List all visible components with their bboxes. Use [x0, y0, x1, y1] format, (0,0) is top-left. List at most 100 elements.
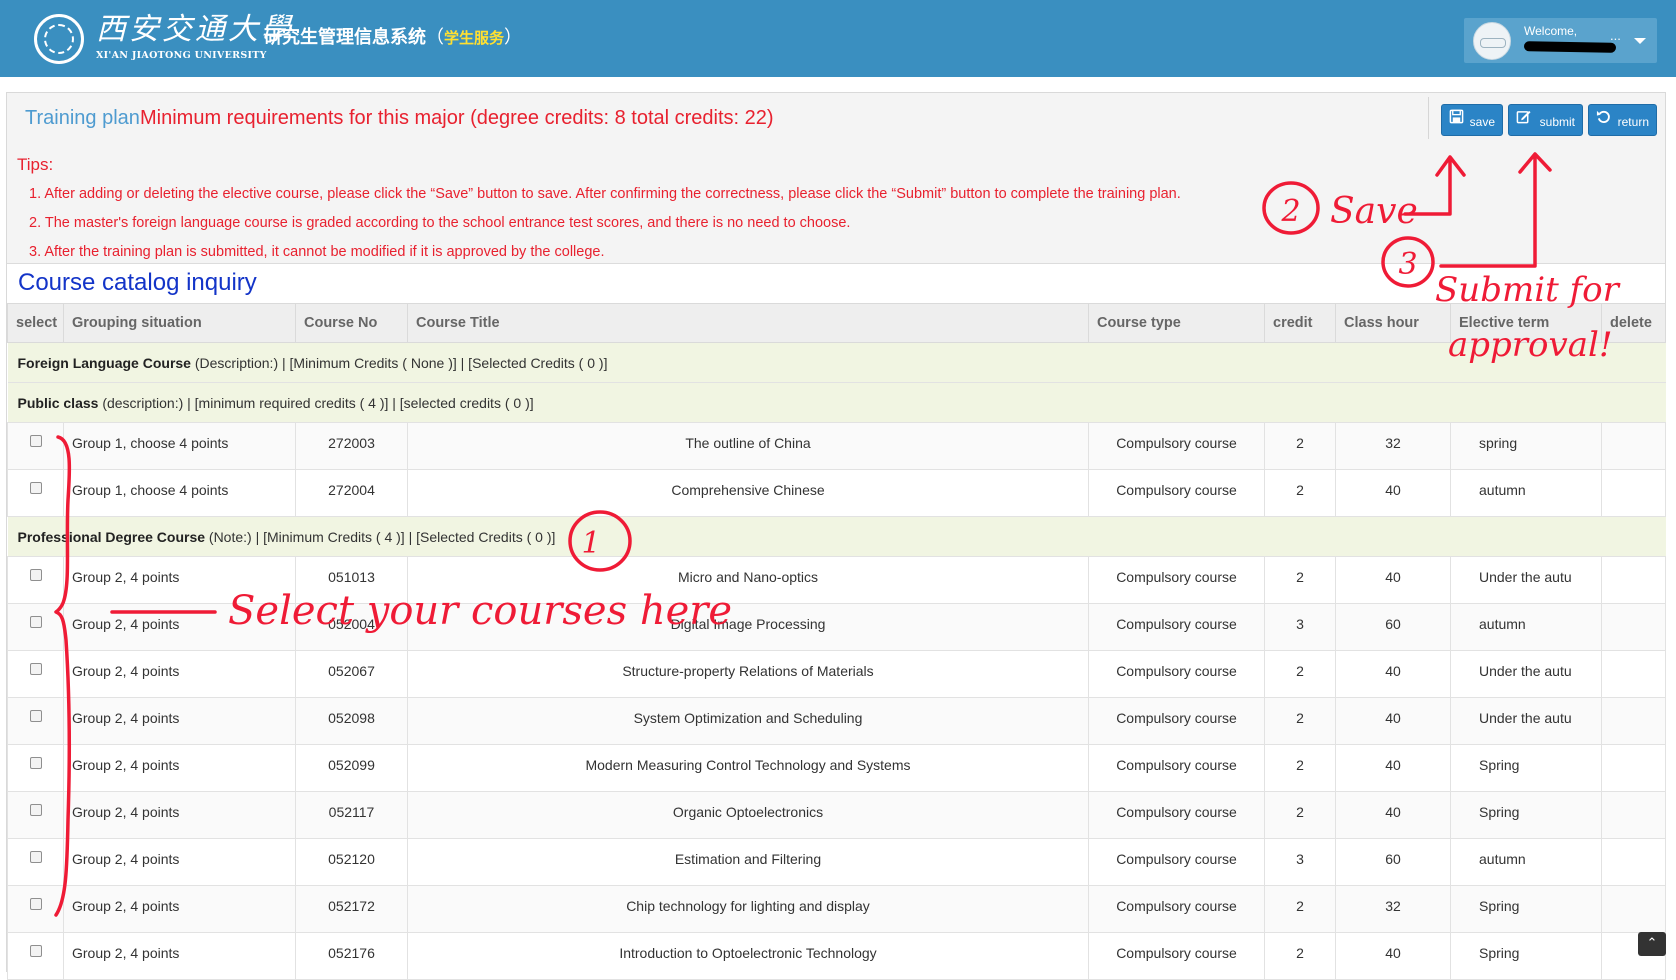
group-row: Foreign Language Course (Description:) |… — [7, 342, 1666, 383]
group-cell: Foreign Language Course (Description:) |… — [7, 342, 1666, 383]
course-title-cell-text: Chip technology for lighting and display — [626, 898, 870, 914]
select-checkbox[interactable] — [29, 482, 42, 494]
column-header-course-title[interactable]: Course Title — [407, 303, 1089, 343]
column-header-course-no[interactable]: Course No — [295, 303, 408, 343]
select-checkbox[interactable] — [29, 804, 42, 816]
select-checkbox[interactable] — [29, 757, 42, 769]
chevron-down-icon[interactable] — [1634, 38, 1646, 44]
select-checkbox[interactable] — [29, 435, 42, 447]
elective-term-cell: Under the autu — [1450, 650, 1602, 698]
elective-term-cell-text: Under the autu — [1479, 710, 1572, 726]
select-checkbox[interactable] — [29, 851, 42, 863]
column-header-select[interactable]: select — [7, 303, 64, 343]
course-no-cell: 052176 — [295, 932, 408, 980]
tips-title: Tips: — [17, 155, 54, 174]
class-hour-cell-text: 40 — [1385, 482, 1401, 498]
select-cell — [7, 469, 64, 517]
course-type-cell-text: Compulsory course — [1116, 616, 1237, 632]
grouping-cell-text: Group 2, 4 points — [72, 710, 180, 726]
select-cell — [7, 885, 64, 933]
grouping-cell: Group 2, 4 points — [63, 556, 296, 604]
credit-cell-text: 2 — [1296, 569, 1304, 585]
elective-term-cell-text: autumn — [1479, 851, 1526, 867]
course-no-cell: 272003 — [295, 422, 408, 470]
select-cell — [7, 697, 64, 745]
course-no-cell-text: 052067 — [328, 663, 375, 679]
column-header-grouping[interactable]: Grouping situation — [63, 303, 296, 343]
course-no-cell-text: 052099 — [328, 757, 375, 773]
credit-cell: 2 — [1264, 932, 1336, 980]
credit-cell: 2 — [1264, 469, 1336, 517]
select-checkbox[interactable] — [29, 663, 42, 675]
column-header-class-hour[interactable]: Class hour — [1335, 303, 1451, 343]
system-name-text: 研究生管理信息系统 — [264, 27, 426, 47]
minimum-requirements-text: Minimum requirements for this major (deg… — [140, 107, 774, 129]
elective-term-cell: Under the autu — [1450, 697, 1602, 745]
course-title-cell: Structure-property Relations of Material… — [407, 650, 1089, 698]
group-detail: (Description:) | [Minimum Credits ( None… — [190, 354, 608, 371]
class-hour-cell-text: 40 — [1385, 569, 1401, 585]
class-hour-cell: 60 — [1335, 603, 1451, 651]
class-hour-cell-text: 40 — [1385, 945, 1401, 961]
course-type-cell-text: Compulsory course — [1116, 663, 1237, 679]
grouping-cell: Group 2, 4 points — [63, 932, 296, 980]
elective-term-cell-text: autumn — [1479, 616, 1526, 632]
table-row: Group 2, 4 points 052004 Digital Image Pro… — [7, 603, 1666, 651]
welcome-text: Welcome, — [1524, 24, 1578, 38]
delete-cell — [1601, 791, 1666, 839]
table-row: Group 2, 4 points 052067 Structure-propert… — [7, 650, 1666, 698]
elective-term-cell: Spring — [1450, 791, 1602, 839]
grouping-cell: Group 1, choose 4 points — [63, 422, 296, 470]
return-button[interactable]: return — [1588, 104, 1657, 136]
select-cell — [7, 838, 64, 886]
credit-cell-text: 2 — [1296, 663, 1304, 679]
grouping-cell: Group 2, 4 points — [63, 603, 296, 651]
column-header-elective-term[interactable]: Elective term — [1450, 303, 1602, 343]
course-title-cell: Modern Measuring Control Technology and … — [407, 744, 1089, 792]
column-header-course-type[interactable]: Course type — [1088, 303, 1265, 343]
edit-icon — [1516, 110, 1531, 124]
scroll-to-top-button[interactable]: ⌃ — [1638, 932, 1666, 956]
grouping-cell: Group 1, choose 4 points — [63, 469, 296, 517]
elective-term-cell-text: autumn — [1479, 482, 1526, 498]
course-type-cell: Compulsory course — [1088, 603, 1265, 651]
grouping-cell: Group 2, 4 points — [63, 650, 296, 698]
table-header-row: select Grouping situation Course No Cour… — [7, 303, 1666, 343]
select-cell — [7, 556, 64, 604]
grouping-cell-text: Group 1, choose 4 points — [72, 435, 229, 451]
select-checkbox[interactable] — [29, 945, 42, 957]
course-type-cell: Compulsory course — [1088, 650, 1265, 698]
avatar — [1473, 22, 1511, 60]
class-hour-cell: 40 — [1335, 697, 1451, 745]
user-menu[interactable]: Welcome, ... — [1464, 18, 1657, 63]
select-checkbox[interactable] — [29, 898, 42, 910]
group-cell: Public class (description:) | [minimum r… — [7, 382, 1666, 423]
column-header-credit[interactable]: credit — [1264, 303, 1336, 343]
elective-term-cell-text: Under the autu — [1479, 663, 1572, 679]
select-checkbox[interactable] — [29, 710, 42, 722]
top-navigation-bar: 西安交通大學 XI'AN JIAOTONG UNIVERSITY 研究生管理信息… — [0, 0, 1676, 77]
table-row: Group 2, 4 points 052176 Introduction to O… — [7, 932, 1666, 980]
course-title-cell: Estimation and Filtering — [407, 838, 1089, 886]
tip-item: 1. After adding or deleting the elective… — [29, 186, 1181, 202]
submit-button[interactable]: submit — [1508, 104, 1583, 136]
credit-cell-text: 3 — [1296, 616, 1304, 632]
course-type-cell-text: Compulsory course — [1116, 898, 1237, 914]
course-title-cell: Digital Image Processing — [407, 603, 1089, 651]
elective-term-cell: spring — [1450, 422, 1602, 470]
select-checkbox[interactable] — [29, 616, 42, 628]
select-checkbox[interactable] — [29, 569, 42, 581]
group-detail: (Note:) | [Minimum Credits ( 4 )] | [Sel… — [205, 528, 556, 545]
class-hour-cell: 32 — [1335, 885, 1451, 933]
elective-term-cell-text: Spring — [1479, 804, 1520, 820]
system-sub-close-paren: ） — [504, 27, 523, 47]
course-no-cell-text: 052120 — [328, 851, 375, 867]
column-header-delete[interactable]: delete — [1601, 303, 1666, 343]
course-no-cell: 052067 — [295, 650, 408, 698]
double-chevron-up-icon: ⌃ — [1646, 935, 1658, 950]
credit-cell: 2 — [1264, 885, 1336, 933]
delete-cell — [1601, 697, 1666, 745]
course-no-cell: 052117 — [295, 791, 408, 839]
elective-term-cell: autumn — [1450, 469, 1602, 517]
save-button[interactable]: save — [1441, 104, 1503, 136]
